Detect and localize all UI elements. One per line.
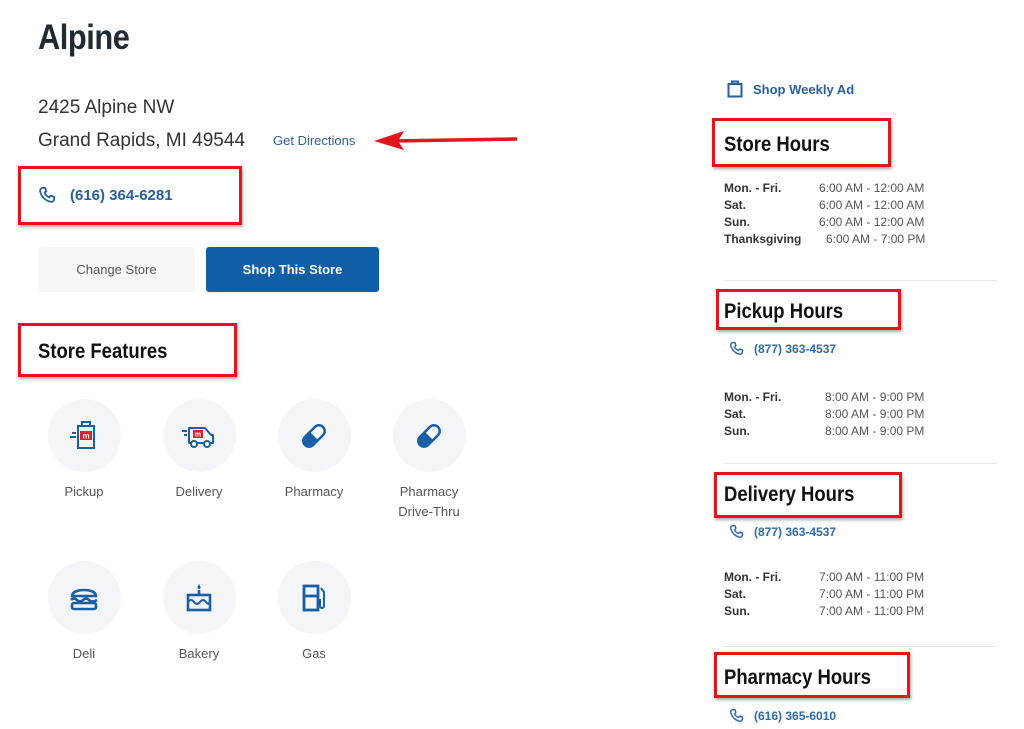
- hours-day: Mon. - Fri.: [724, 570, 782, 584]
- hours-day: Sun.: [724, 215, 750, 229]
- divider: [724, 463, 997, 464]
- delivery-phone-link[interactable]: (877) 363-4537: [729, 524, 836, 539]
- hours-time: 8:00 AM - 9:00 PM: [825, 407, 925, 421]
- phone-icon: [729, 341, 744, 356]
- hours-time: 6:00 AM - 7:00 PM: [826, 232, 926, 246]
- pill-icon: [417, 423, 441, 448]
- hours-row: Sun. 8:00 AM - 9:00 PM: [724, 423, 924, 440]
- svg-text:m: m: [195, 431, 201, 438]
- shopping-bag-icon: [727, 80, 743, 98]
- feature-label-line1: Pharmacy: [399, 484, 459, 499]
- shop-weekly-ad-link[interactable]: Shop Weekly Ad: [727, 80, 854, 98]
- feature-label-line2: Drive-Thru: [398, 504, 460, 519]
- feature-pickup: m Pickup: [29, 399, 139, 502]
- hours-row: Sat. 7:00 AM - 11:00 PM: [724, 586, 924, 603]
- hours-row: Thanksgiving 6:00 AM - 7:00 PM: [724, 231, 925, 248]
- feature-pharmacy: Pharmacy: [259, 399, 369, 502]
- feature-label: Gas: [302, 646, 326, 661]
- store-phone-number: (616) 364-6281: [70, 186, 173, 204]
- pill-icon: [302, 423, 326, 448]
- feature-gas: Gas: [259, 561, 369, 664]
- pickup-phone-number: (877) 363-4537: [754, 341, 837, 356]
- hours-day: Mon. - Fri.: [724, 181, 782, 195]
- delivery-phone-number: (877) 363-4537: [754, 524, 837, 539]
- hours-time: 7:00 AM - 11:00 PM: [819, 604, 925, 618]
- cake-icon: [186, 583, 212, 611]
- store-name: Alpine: [38, 18, 130, 57]
- pickup-phone-link[interactable]: (877) 363-4537: [729, 341, 836, 356]
- hours-time: 7:00 AM - 11:00 PM: [819, 570, 925, 584]
- feature-bakery: Bakery: [144, 561, 254, 664]
- gas-pump-icon: [302, 584, 325, 611]
- phone-icon: [729, 524, 744, 539]
- hours-day: Sat.: [724, 198, 747, 212]
- delivery-van-icon: m: [182, 426, 214, 448]
- hours-day: Mon. - Fri.: [724, 390, 782, 404]
- hours-row: Mon. - Fri. 8:00 AM - 9:00 PM: [724, 389, 924, 406]
- store-hours-title: Store Hours: [724, 133, 830, 156]
- hours-time: 7:00 AM - 11:00 PM: [819, 587, 925, 601]
- hours-row: Sun. 7:00 AM - 11:00 PM: [724, 603, 924, 620]
- pickup-bag-icon: m: [70, 420, 95, 449]
- hours-day: Sun.: [724, 604, 750, 618]
- burger-icon: [70, 588, 98, 610]
- change-store-button[interactable]: Change Store: [38, 247, 195, 292]
- feature-deli: Deli: [29, 561, 139, 664]
- feature-delivery: m Delivery: [144, 399, 254, 502]
- divider: [724, 646, 997, 647]
- annotation-arrow: [374, 131, 518, 150]
- hours-day: Sat.: [724, 407, 747, 421]
- address-line-2: Grand Rapids, MI 49544: [38, 130, 246, 151]
- hours-row: Sun. 6:00 AM - 12:00 AM: [724, 214, 925, 231]
- feature-label: Pickup: [64, 484, 104, 499]
- svg-text:m: m: [82, 431, 89, 440]
- feature-pharmacy-drive-thru: Pharmacy Drive-Thru: [374, 399, 484, 522]
- phone-icon: [729, 708, 744, 723]
- hours-day: Thanksgiving: [724, 232, 802, 246]
- hours-time: 6:00 AM - 12:00 AM: [819, 181, 925, 195]
- hours-time: 6:00 AM - 12:00 AM: [819, 198, 925, 212]
- delivery-hours-title: Delivery Hours: [724, 483, 855, 506]
- feature-label: Bakery: [178, 646, 220, 661]
- pickup-hours-table: Mon. - Fri. 8:00 AM - 9:00 PM Sat. 8:00 AM…: [724, 389, 924, 440]
- shop-this-store-button[interactable]: Shop This Store: [206, 247, 379, 292]
- hours-day: Sun.: [724, 424, 750, 438]
- pickup-hours-title: Pickup Hours: [724, 300, 844, 323]
- pharmacy-phone-link[interactable]: (616) 365-6010: [729, 708, 836, 723]
- delivery-hours-table: Mon. - Fri. 7:00 AM - 11:00 PM Sat. 7:00 A…: [724, 569, 924, 620]
- pharmacy-phone-number: (616) 365-6010: [754, 708, 837, 723]
- hours-row: Sat. 8:00 AM - 9:00 PM: [724, 406, 924, 423]
- hours-time: 8:00 AM - 9:00 PM: [825, 390, 925, 404]
- phone-icon: [38, 186, 56, 204]
- hours-row: Sat. 6:00 AM - 12:00 AM: [724, 197, 925, 214]
- hours-row: Mon. - Fri. 7:00 AM - 11:00 PM: [724, 569, 924, 586]
- pharmacy-hours-title: Pharmacy Hours: [724, 666, 871, 689]
- address-line-1: 2425 Alpine NW: [38, 97, 175, 118]
- feature-label: Pharmacy Drive-Thru: [374, 482, 484, 522]
- hours-time: 6:00 AM - 12:00 AM: [819, 215, 925, 229]
- store-hours-table: Mon. - Fri. 6:00 AM - 12:00 AM Sat. 6:00 A…: [724, 180, 925, 248]
- feature-label: Deli: [72, 646, 96, 661]
- hours-day: Sat.: [724, 587, 747, 601]
- divider: [724, 280, 997, 281]
- shop-weekly-ad-label: Shop Weekly Ad: [753, 81, 855, 97]
- feature-label: Pharmacy: [284, 484, 344, 499]
- store-phone-link[interactable]: (616) 364-6281: [38, 186, 173, 204]
- get-directions-link[interactable]: Get Directions: [273, 133, 355, 148]
- hours-row: Mon. - Fri. 6:00 AM - 12:00 AM: [724, 180, 925, 197]
- hours-time: 8:00 AM - 9:00 PM: [825, 424, 925, 438]
- store-features-title: Store Features: [38, 340, 168, 363]
- feature-label: Delivery: [175, 484, 223, 499]
